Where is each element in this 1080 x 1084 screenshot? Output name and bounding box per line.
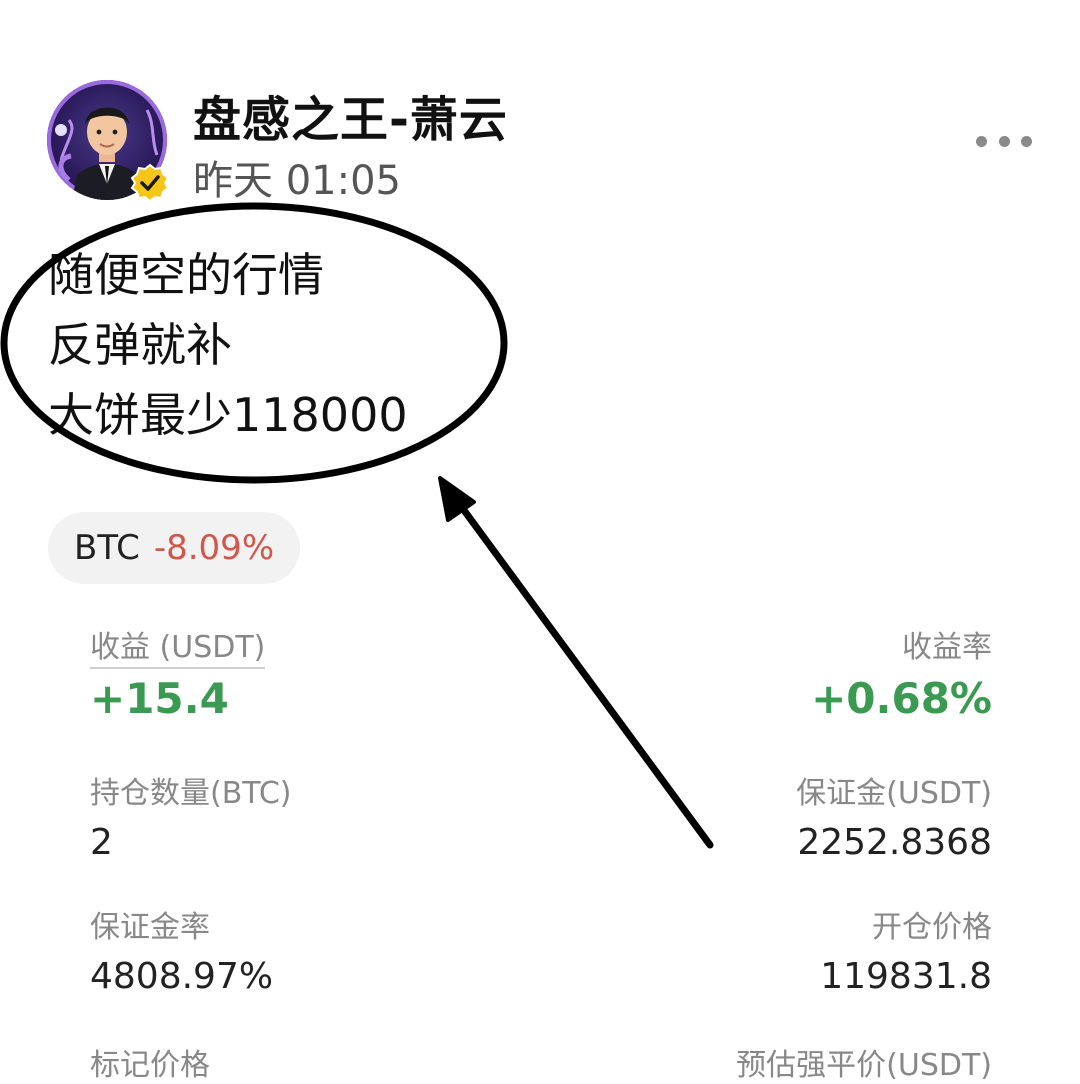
margin-label: 保证金(USDT) (796, 776, 992, 811)
post-line: 反弹就补 (48, 318, 232, 372)
more-dots-icon (976, 135, 987, 147)
more-dots-icon (998, 135, 1010, 147)
pnl-value: +15.4 (90, 674, 229, 723)
mark-price-stat: 标记价格 (90, 1040, 210, 1084)
pnl-label[interactable]: 收益 (USDT) (90, 630, 266, 669)
entry-price-value: 119831.8 (820, 956, 992, 997)
post-line: 随便空的行情 (48, 248, 324, 302)
size-label: 持仓数量(BTC) (90, 776, 292, 811)
liq-price-stat: 预估强平价(USDT) (736, 1040, 992, 1084)
margin-ratio-value: 4808.97% (90, 956, 274, 997)
size-stat: 持仓数量(BTC) 2 (90, 768, 292, 863)
more-options-button[interactable] (968, 122, 1040, 160)
margin-ratio-label: 保证金率 (90, 910, 210, 945)
margin-ratio-stat: 保证金率 4808.97% (90, 902, 273, 997)
verified-badge-icon (130, 163, 170, 203)
more-dots-icon (1021, 135, 1032, 147)
ticker-symbol: BTC (74, 528, 140, 568)
post-body: 随便空的行情 反弹就补 大饼最少118000 (48, 240, 408, 450)
mark-price-label: 标记价格 (90, 1048, 210, 1083)
author-name[interactable]: 盘感之王-萧云 (193, 80, 508, 150)
post-timestamp: 昨天 01:05 (193, 158, 401, 204)
entry-price-stat: 开仓价格 119831.8 (820, 902, 992, 997)
margin-value: 2252.8368 (797, 822, 992, 863)
size-value: 2 (90, 822, 113, 863)
margin-stat: 保证金(USDT) 2252.8368 (796, 768, 992, 863)
roi-label: 收益率 (902, 630, 992, 665)
entry-price-label: 开仓价格 (872, 910, 992, 945)
ticker-chip[interactable]: BTC -8.09% (48, 512, 301, 584)
pnl-stat: 收益 (USDT) +15.4 (90, 622, 266, 723)
annotation-arrow-shaft (451, 494, 714, 849)
roi-value: +0.68% (811, 674, 992, 723)
annotation-arrowhead (438, 476, 476, 522)
liq-price-label: 预估强平价(USDT) (736, 1048, 992, 1083)
roi-stat: 收益率 +0.68% (811, 622, 992, 723)
ticker-change: -8.09% (153, 528, 275, 568)
post-line: 大饼最少118000 (48, 388, 408, 442)
